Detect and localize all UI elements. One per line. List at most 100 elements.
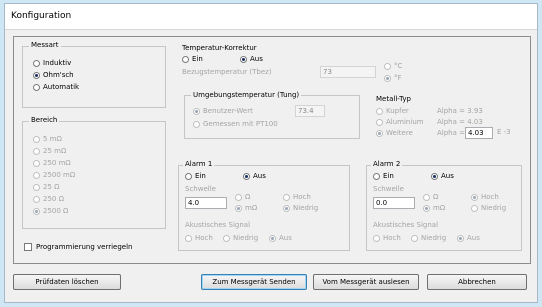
alarm2-acoustic-label: Akustisches Signal — [373, 221, 439, 229]
checkbox-icon[interactable] — [24, 243, 32, 251]
radio-icon[interactable] — [33, 147, 40, 155]
alarm2-unit-ohm[interactable]: Ω — [423, 193, 438, 201]
radio-icon[interactable] — [33, 171, 40, 179]
temp-correction-on[interactable]: Ein — [182, 55, 203, 63]
alarm1-on[interactable]: Ein — [185, 172, 206, 180]
radio-icon[interactable] — [33, 135, 40, 143]
messart-option-automatik[interactable]: Automatik — [33, 83, 79, 91]
alarm2-off[interactable]: Aus — [431, 172, 454, 180]
bereich-option-2500ohm[interactable]: 2500 Ω — [33, 207, 68, 215]
ambient-user-value-input[interactable]: 73.4 — [295, 105, 325, 117]
messart-option-induktiv[interactable]: Induktiv — [33, 59, 71, 67]
cancel-button[interactable]: Abbrechen — [427, 274, 527, 290]
radio-icon[interactable] — [193, 120, 200, 128]
metal-kupfer-option[interactable]: Kupfer — [376, 107, 409, 115]
temp-correction-off[interactable]: Aus — [240, 55, 263, 63]
unit-fahrenheit-option[interactable]: °F — [384, 74, 402, 82]
radio-selected-icon[interactable] — [431, 172, 438, 180]
radio-icon[interactable] — [471, 204, 478, 212]
radio-icon[interactable] — [384, 62, 391, 70]
bereich-option-250ohm[interactable]: 250 Ω — [33, 195, 64, 203]
temp-correction-title: Temperatur-Korrektur — [182, 44, 257, 52]
window-title: Konfiguration — [11, 11, 72, 21]
metal-exponent-label: E -3 — [497, 128, 511, 136]
bereich-option-5mohm[interactable]: 5 mΩ — [33, 135, 62, 143]
alarm1-unit-mohm[interactable]: mΩ — [235, 204, 257, 212]
alarm2-acoustic-aus[interactable]: Aus — [457, 234, 480, 242]
radio-selected-icon[interactable] — [457, 234, 464, 242]
radio-icon[interactable] — [235, 193, 242, 201]
radio-selected-icon[interactable] — [33, 207, 40, 215]
radio-selected-icon[interactable] — [243, 172, 250, 180]
metal-aluminium-option[interactable]: Aluminium — [376, 118, 424, 126]
radio-selected-icon[interactable] — [384, 74, 391, 82]
radio-icon[interactable] — [33, 159, 40, 167]
radio-selected-icon[interactable] — [423, 204, 430, 212]
radio-icon[interactable] — [185, 234, 192, 242]
alarm1-acoustic-hoch[interactable]: Hoch — [185, 234, 213, 242]
alarm1-unit-ohm[interactable]: Ω — [235, 193, 250, 201]
radio-icon[interactable] — [373, 172, 380, 180]
alarm1-title: Alarm 1 — [183, 160, 215, 168]
radio-icon[interactable] — [423, 193, 430, 201]
radio-icon[interactable] — [33, 195, 40, 203]
radio-icon[interactable] — [33, 183, 40, 191]
alarm1-niedrig[interactable]: Niedrig — [283, 204, 318, 212]
alarm1-group: Alarm 1 Ein Aus Schwelle 4.0 Ω mΩ Hoch N… — [178, 160, 350, 251]
alarm2-on[interactable]: Ein — [373, 172, 394, 180]
radio-icon[interactable] — [376, 107, 383, 115]
alarm1-threshold-label: Schwelle — [185, 185, 216, 193]
alarm2-hoch[interactable]: Hoch — [471, 193, 499, 201]
alarm2-unit-mohm[interactable]: mΩ — [423, 204, 445, 212]
alarm2-title: Alarm 2 — [371, 160, 403, 168]
dialog-content: Messart Induktiv Ohm'sch Automatik Berei… — [13, 36, 531, 264]
radio-icon[interactable] — [283, 193, 290, 201]
radio-icon[interactable] — [223, 234, 230, 242]
radio-icon[interactable] — [411, 234, 418, 242]
bereich-option-2500mohm[interactable]: 2500 mΩ — [33, 171, 75, 179]
alarm2-niedrig[interactable]: Niedrig — [471, 204, 506, 212]
alarm1-threshold-input[interactable]: 4.0 — [185, 197, 227, 209]
radio-selected-icon[interactable] — [283, 204, 290, 212]
alarm2-acoustic-niedrig[interactable]: Niedrig — [411, 234, 446, 242]
radio-icon[interactable] — [185, 172, 192, 180]
alarm2-group: Alarm 2 Ein Aus Schwelle 0.0 Ω mΩ Hoch N… — [366, 160, 522, 251]
read-from-device-button[interactable]: Vom Messgerät auslesen — [313, 274, 419, 290]
radio-icon[interactable] — [373, 234, 380, 242]
alarm1-acoustic-niedrig[interactable]: Niedrig — [223, 234, 258, 242]
ambient-temp-group: Umgebungstemperatur (Tung) Benutzer-Wert… — [184, 91, 360, 139]
ambient-user-value-option[interactable]: Benutzer-Wert — [193, 107, 253, 115]
bereich-title: Bereich — [29, 116, 60, 124]
radio-selected-icon[interactable] — [376, 129, 383, 137]
unit-celsius-option[interactable]: °C — [384, 62, 402, 70]
metal-kupfer-alpha: Alpha = 3.93 — [437, 107, 483, 115]
radio-selected-icon[interactable] — [471, 193, 478, 201]
alarm1-hoch[interactable]: Hoch — [283, 193, 311, 201]
alarm1-acoustic-aus[interactable]: Aus — [269, 234, 292, 242]
radio-selected-icon[interactable] — [33, 71, 40, 79]
ambient-pt100-option[interactable]: Gemessen mit PT100 — [193, 120, 278, 128]
radio-icon[interactable] — [33, 59, 40, 67]
radio-selected-icon[interactable] — [235, 204, 242, 212]
metal-alpha-input[interactable]: 4.03 — [465, 127, 493, 139]
alarm2-threshold-input[interactable]: 0.0 — [373, 197, 415, 209]
alarm2-threshold-label: Schwelle — [373, 185, 404, 193]
ref-temp-input[interactable]: 73 — [320, 66, 376, 78]
send-to-device-button[interactable]: Zum Messgerät Senden — [201, 274, 307, 290]
metal-weitere-option[interactable]: Weitere — [376, 129, 413, 137]
radio-selected-icon[interactable] — [193, 107, 200, 115]
radio-selected-icon[interactable] — [240, 55, 247, 63]
clear-test-data-button[interactable]: Prüfdaten löschen — [13, 274, 121, 290]
radio-icon[interactable] — [182, 55, 189, 63]
bereich-option-250mohm[interactable]: 250 mΩ — [33, 159, 71, 167]
alarm1-off[interactable]: Aus — [243, 172, 266, 180]
radio-icon[interactable] — [33, 83, 40, 91]
bereich-option-25mohm[interactable]: 25 mΩ — [33, 147, 66, 155]
messart-option-ohmsch[interactable]: Ohm'sch — [33, 71, 74, 79]
radio-selected-icon[interactable] — [269, 234, 276, 242]
configuration-dialog: Konfiguration Messart Induktiv Ohm'sch A… — [4, 3, 538, 303]
programming-lock-checkbox[interactable]: Programmierung verriegeln — [24, 243, 133, 251]
bereich-option-25ohm[interactable]: 25 Ω — [33, 183, 59, 191]
radio-icon[interactable] — [376, 118, 383, 126]
alarm2-acoustic-hoch[interactable]: Hoch — [373, 234, 401, 242]
